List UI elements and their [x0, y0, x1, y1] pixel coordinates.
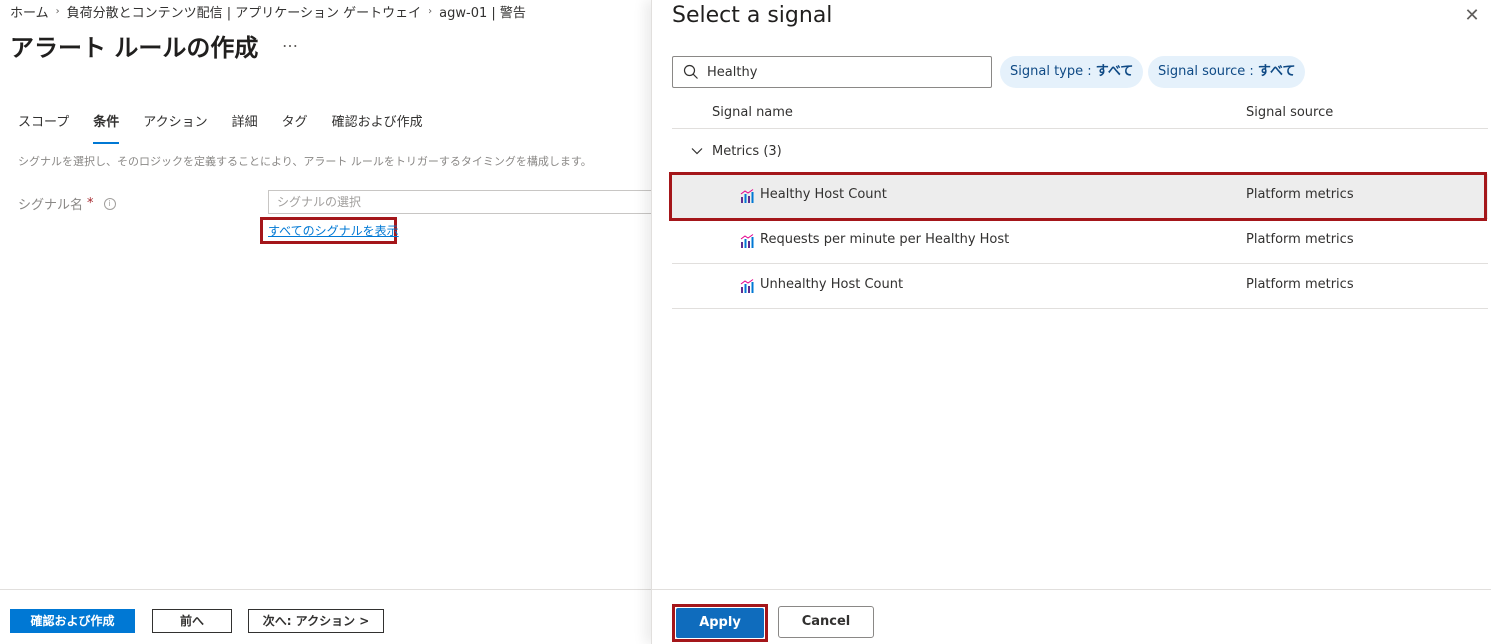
filter-signal-type[interactable]: Signal type : すべて — [1000, 56, 1144, 88]
cancel-button[interactable]: Cancel — [778, 606, 874, 638]
signal-search-box[interactable] — [672, 56, 992, 88]
signal-name-label: シグナル名 * i — [18, 194, 116, 213]
metric-chart-icon — [740, 279, 754, 293]
tab-details[interactable]: 詳細 — [232, 114, 258, 144]
more-options-icon[interactable]: … — [282, 32, 299, 51]
tab-condition[interactable]: 条件 — [93, 114, 120, 144]
show-all-signals-link[interactable]: すべてのシグナルを表示 — [268, 222, 399, 239]
filter-signal-source-value: すべて — [1257, 64, 1296, 79]
panel-title: Select a signal — [672, 3, 833, 28]
select-signal-panel: Select a signal ✕ Signal type : すべて Sign… — [651, 0, 1491, 644]
chevron-right-icon: › — [55, 6, 60, 17]
signal-name: Unhealthy Host Count — [760, 277, 904, 292]
column-signal-source[interactable]: Signal source — [1246, 105, 1333, 120]
filter-signal-source[interactable]: Signal source : すべて — [1148, 56, 1306, 88]
metric-chart-icon — [740, 234, 754, 248]
signal-name: Requests per minute per Healthy Host — [760, 232, 1010, 247]
chevron-down-icon[interactable] — [690, 144, 704, 158]
column-signal-name[interactable]: Signal name — [712, 105, 793, 120]
breadcrumb-alerts[interactable]: agw-01 | 警告 — [439, 2, 526, 21]
filter-signal-source-label: Signal source : — [1158, 64, 1258, 79]
breadcrumb: ホーム › 負荷分散とコンテンツ配信 | アプリケーション ゲートウェイ › a… — [10, 2, 526, 21]
search-icon — [683, 64, 698, 79]
required-mark: * — [87, 196, 94, 211]
breadcrumb-home[interactable]: ホーム — [10, 2, 49, 21]
signal-row-requests-per-minute[interactable]: Requests per minute per Healthy Host Pla… — [672, 219, 1488, 264]
tab-tags[interactable]: タグ — [282, 114, 308, 144]
signal-source: Platform metrics — [1246, 232, 1354, 247]
tab-bar: スコープ 条件 アクション 詳細 タグ 確認および作成 — [18, 114, 447, 144]
info-icon[interactable]: i — [103, 197, 116, 210]
list-header: Signal name Signal source — [672, 100, 1488, 129]
previous-button[interactable]: 前へ — [152, 609, 232, 633]
close-icon[interactable]: ✕ — [1462, 6, 1482, 26]
tab-actions[interactable]: アクション — [143, 114, 207, 144]
next-actions-button[interactable]: 次へ: アクション > — [248, 609, 384, 633]
apply-button[interactable]: Apply — [676, 608, 764, 638]
signal-name-label-text: シグナル名 — [18, 198, 84, 213]
tab-review-create[interactable]: 確認および作成 — [332, 114, 423, 144]
signal-source: Platform metrics — [1246, 277, 1354, 292]
panel-footer: Apply Cancel — [652, 589, 1491, 644]
tab-scope[interactable]: スコープ — [18, 114, 69, 144]
alert-rule-page: ホーム › 負荷分散とコンテンツ配信 | アプリケーション ゲートウェイ › a… — [0, 0, 668, 644]
filter-signal-type-label: Signal type : — [1010, 64, 1096, 79]
group-metrics-label: Metrics (3) — [712, 143, 782, 159]
review-create-button[interactable]: 確認および作成 — [10, 609, 135, 633]
breadcrumb-load-balancing[interactable]: 負荷分散とコンテンツ配信 | アプリケーション ゲートウェイ — [67, 2, 422, 21]
condition-description: シグナルを選択し、そのロジックを定義することにより、アラート ルールをトリガーす… — [18, 155, 592, 168]
signal-row-unhealthy-host-count[interactable]: Unhealthy Host Count Platform metrics — [672, 264, 1488, 309]
search-input[interactable] — [707, 61, 977, 83]
group-metrics[interactable]: Metrics (3) — [672, 138, 782, 164]
filter-signal-type-value: すべて — [1095, 64, 1134, 79]
page-title: アラート ルールの作成 — [10, 34, 259, 62]
signal-select-input[interactable]: シグナルの選択 — [268, 190, 668, 214]
left-footer: 確認および作成 前へ 次へ: アクション > — [0, 589, 651, 644]
chevron-right-icon: › — [428, 6, 433, 17]
highlight-frame — [669, 172, 1487, 221]
